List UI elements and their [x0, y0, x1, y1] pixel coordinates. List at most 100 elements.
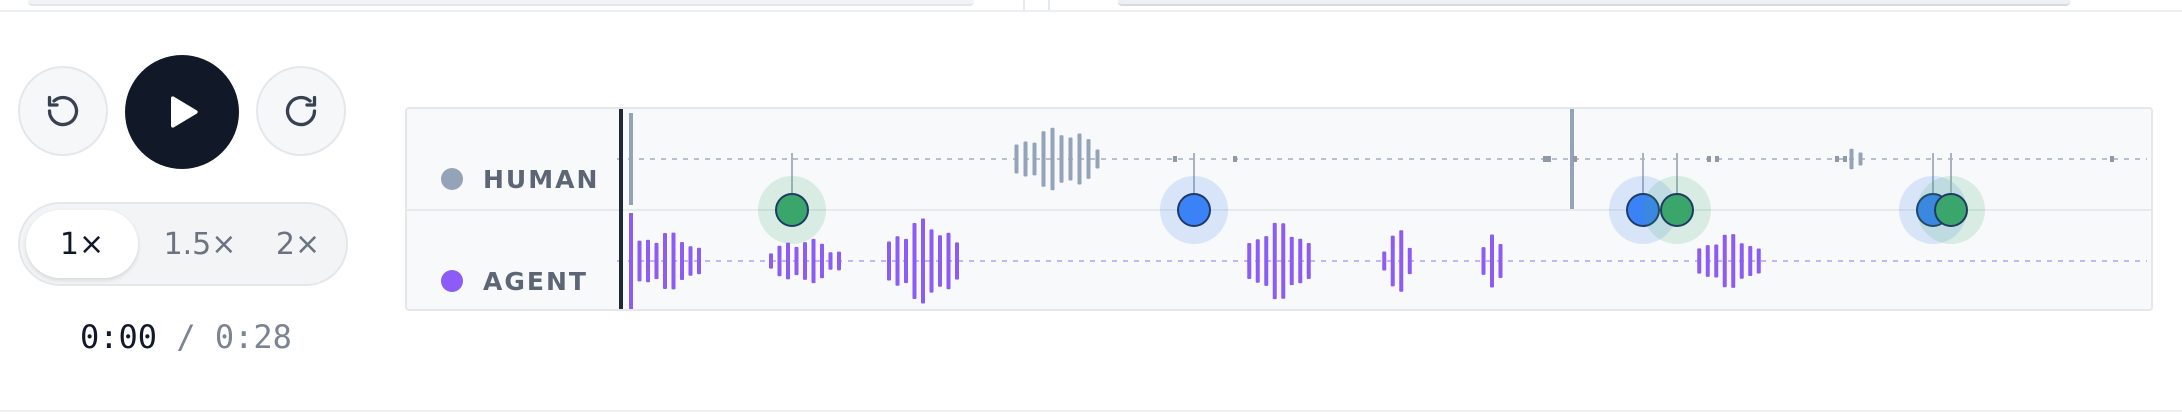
agent-waveform-bar: [946, 232, 951, 290]
agent-waveform-bar: [1382, 251, 1387, 271]
rotate-cw-icon: [285, 95, 317, 127]
agent-waveform-bar: [1748, 246, 1753, 276]
time-separator: /: [176, 318, 196, 356]
human-blip: [2110, 156, 2114, 162]
speed-option-1x[interactable]: 1×: [26, 210, 138, 278]
agent-waveform-bar: [1722, 234, 1727, 288]
top-scrollbar[interactable]: [1118, 0, 2070, 6]
agent-waveform-bar: [777, 245, 782, 277]
human-waveform-bar: [1849, 148, 1854, 170]
human-waveform-bar: [1068, 137, 1073, 181]
audio-timeline[interactable]: HUMAN AGENT: [405, 107, 2153, 311]
agent-waveform-bar: [1481, 247, 1486, 275]
agent-waveform-bar: [828, 252, 833, 270]
current-time: 0:00: [80, 318, 158, 356]
event-marker-blue: [1177, 193, 1211, 227]
playhead: [619, 109, 623, 309]
agent-waveform-bar: [1306, 242, 1311, 280]
human-blip: [1173, 156, 1177, 162]
human-blip: [1543, 156, 1547, 162]
playback-speed-selector: 1.5× 2× 1×: [18, 202, 348, 286]
agent-waveform-bar: [646, 239, 650, 283]
agent-waveform-bar: [820, 243, 824, 279]
human-waveform-bar: [1050, 127, 1055, 191]
human-blip: [1573, 156, 1577, 162]
agent-waveform-bar: [887, 241, 891, 281]
human-waveform-bar: [1014, 144, 1019, 174]
event-marker-green: [1934, 193, 1968, 227]
human-blip: [1835, 156, 1839, 162]
time-display: 0:00 / 0:28: [80, 318, 292, 356]
agent-waveform-bar: [1399, 230, 1404, 292]
agent-waveform-bar: [955, 242, 959, 280]
play-icon: [171, 96, 198, 128]
agent-waveform-bar: [1264, 236, 1269, 286]
agent-waveform-bar: [912, 222, 917, 300]
rotate-ccw-icon: [47, 95, 79, 127]
human-blip: [1715, 156, 1719, 162]
agent-waveform-bar: [895, 236, 900, 286]
event-marker-green: [1660, 193, 1694, 227]
agent-waveform-bar: [1298, 238, 1303, 284]
agent-waveform-bar: [1498, 244, 1503, 278]
agent-waveform-bar: [688, 246, 693, 276]
agent-waveform-bar: [671, 232, 676, 290]
top-border: [0, 10, 2182, 12]
agent-waveform-bar: [697, 247, 701, 275]
speed-option-1-5x[interactable]: 1.5×: [144, 210, 256, 278]
agent-waveform-bar: [1714, 244, 1719, 278]
agent-waveform-bar: [921, 218, 925, 304]
agent-waveform-bar: [904, 238, 908, 284]
human-waveform-bar: [1095, 149, 1100, 169]
agent-waveform-bar: [1247, 243, 1252, 279]
agent-waveform-bar: [769, 253, 773, 269]
human-waveform-bar: [1041, 131, 1046, 187]
human-blip: [1707, 156, 1711, 162]
human-waveform-bar: [1059, 135, 1064, 183]
forward-button[interactable]: [256, 66, 346, 156]
agent-waveform-bar: [1255, 239, 1260, 283]
agent-waveform-bar: [1281, 223, 1286, 299]
human-waveform-bar: [1077, 133, 1082, 185]
agent-waveform-bar: [1289, 236, 1294, 286]
agent-waveform-bar: [786, 242, 790, 280]
play-button[interactable]: [125, 55, 239, 169]
total-duration: 0:28: [214, 318, 292, 356]
agent-waveform-bar: [1490, 234, 1494, 288]
agent-waveform-bar: [929, 229, 934, 293]
agent-waveform-bar: [811, 238, 816, 284]
human-waveform-bar: [1032, 142, 1037, 176]
agent-waveform-bar: [1739, 243, 1744, 279]
human-waveform-bar: [1086, 139, 1091, 179]
agent-waveform-bar: [1697, 248, 1702, 274]
event-marker-green: [775, 193, 809, 227]
human-waveform-bar: [629, 113, 633, 205]
agent-waveform-bar: [837, 251, 841, 271]
top-panel-left: [28, 0, 974, 6]
rewind-button[interactable]: [18, 66, 108, 156]
top-strip: [0, 0, 2182, 12]
agent-waveform-bar: [803, 242, 807, 280]
agent-waveform-bar: [637, 240, 642, 282]
human-waveform-bar: [1023, 141, 1028, 177]
bottom-border: [0, 410, 2182, 412]
top-divider: [1023, 0, 1025, 10]
agent-waveform-bar: [663, 233, 667, 289]
agent-waveform-bar: [1756, 248, 1761, 274]
agent-waveform-bar: [1390, 235, 1395, 287]
agent-waveform-bar: [794, 246, 799, 276]
human-waveform-bar: [1858, 152, 1863, 166]
agent-waveform-bar: [680, 241, 684, 281]
agent-waveform-bar: [654, 242, 659, 280]
human-blip: [1843, 156, 1847, 162]
agent-waveform-bar: [1407, 247, 1412, 275]
agent-waveform-bar: [938, 235, 942, 287]
human-blip: [1547, 156, 1551, 162]
agent-waveform-bar: [1272, 222, 1277, 300]
top-divider: [1048, 0, 1050, 10]
waveform-canvas[interactable]: [407, 109, 2151, 309]
speed-option-2x[interactable]: 2×: [252, 210, 344, 278]
agent-waveform-bar: [1705, 245, 1710, 277]
human-blip: [1233, 156, 1237, 162]
agent-waveform-bar: [629, 213, 633, 309]
